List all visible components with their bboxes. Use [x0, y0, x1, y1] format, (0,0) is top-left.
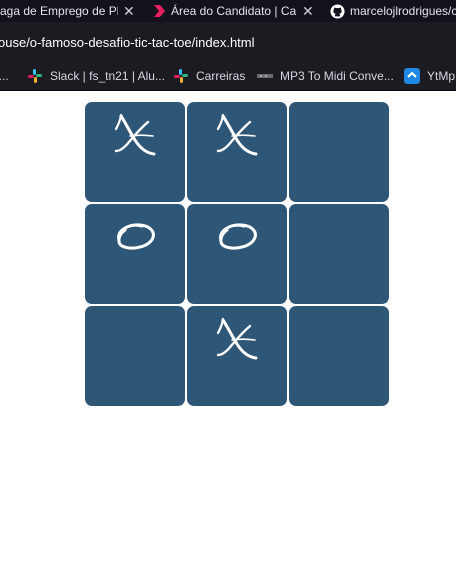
bookmarks-bar: i... Slack | fs_tn21 | Alu... Carreiras — [0, 62, 456, 91]
board-cell-2[interactable] — [289, 102, 389, 202]
close-icon[interactable]: ✕ — [123, 4, 135, 18]
bookmark-label: i... — [0, 69, 9, 83]
board-cell-5[interactable] — [289, 204, 389, 304]
board-cell-8[interactable] — [289, 306, 389, 406]
github-icon — [330, 3, 345, 19]
tic-tac-toe-board — [85, 102, 389, 406]
close-icon[interactable]: ✕ — [302, 4, 314, 18]
music-icon — [257, 71, 273, 81]
tab-title: aga de Emprego de Pl — [0, 4, 118, 18]
tab-favicon-icon — [152, 4, 166, 18]
tab-candidate-area[interactable]: Área do Candidato | Ca ✕ — [152, 0, 318, 22]
board-cell-4[interactable] — [187, 204, 287, 304]
board-cell-6[interactable] — [85, 306, 185, 406]
board-cell-1[interactable] — [187, 102, 287, 202]
bookmark-label: MP3 To Midi Conve... — [280, 69, 394, 83]
bookmark-label: Slack | fs_tn21 | Alu... — [50, 69, 165, 83]
page-content — [0, 91, 456, 570]
bookmark-label: YtMp — [427, 69, 456, 83]
tab-title: Área do Candidato | Ca — [171, 4, 297, 18]
address-bar[interactable]: ouse/o-famoso-desafio-tic-tac-toe/index.… — [0, 22, 456, 62]
browser-tab-bar: aga de Emprego de Pl ✕ Área do Candidato… — [0, 0, 456, 22]
board-cell-7[interactable] — [187, 306, 287, 406]
bookmark-carreiras[interactable]: Carreiras — [173, 62, 245, 90]
slack-icon — [27, 68, 43, 84]
bookmark-label: Carreiras — [196, 69, 246, 83]
tab-github[interactable]: marcelojlrodrigues/c — [330, 0, 456, 22]
tab-title: marcelojlrodrigues/c — [350, 4, 456, 18]
bookmark-item[interactable]: i... — [0, 62, 9, 90]
board-cell-3[interactable] — [85, 204, 185, 304]
slack-icon — [173, 68, 189, 84]
url-text[interactable]: ouse/o-famoso-desafio-tic-tac-toe/index.… — [0, 35, 255, 50]
tab-job-listing[interactable]: aga de Emprego de Pl ✕ — [0, 0, 146, 22]
board-cell-0[interactable] — [85, 102, 185, 202]
bookmark-slack-fs-tn21[interactable]: Slack | fs_tn21 | Alu... — [27, 62, 165, 90]
bookmark-mp3-to-midi[interactable]: MP3 To Midi Conve... — [257, 62, 394, 90]
download-icon — [404, 68, 420, 84]
bookmark-ytmp[interactable]: YtMp — [404, 62, 455, 90]
